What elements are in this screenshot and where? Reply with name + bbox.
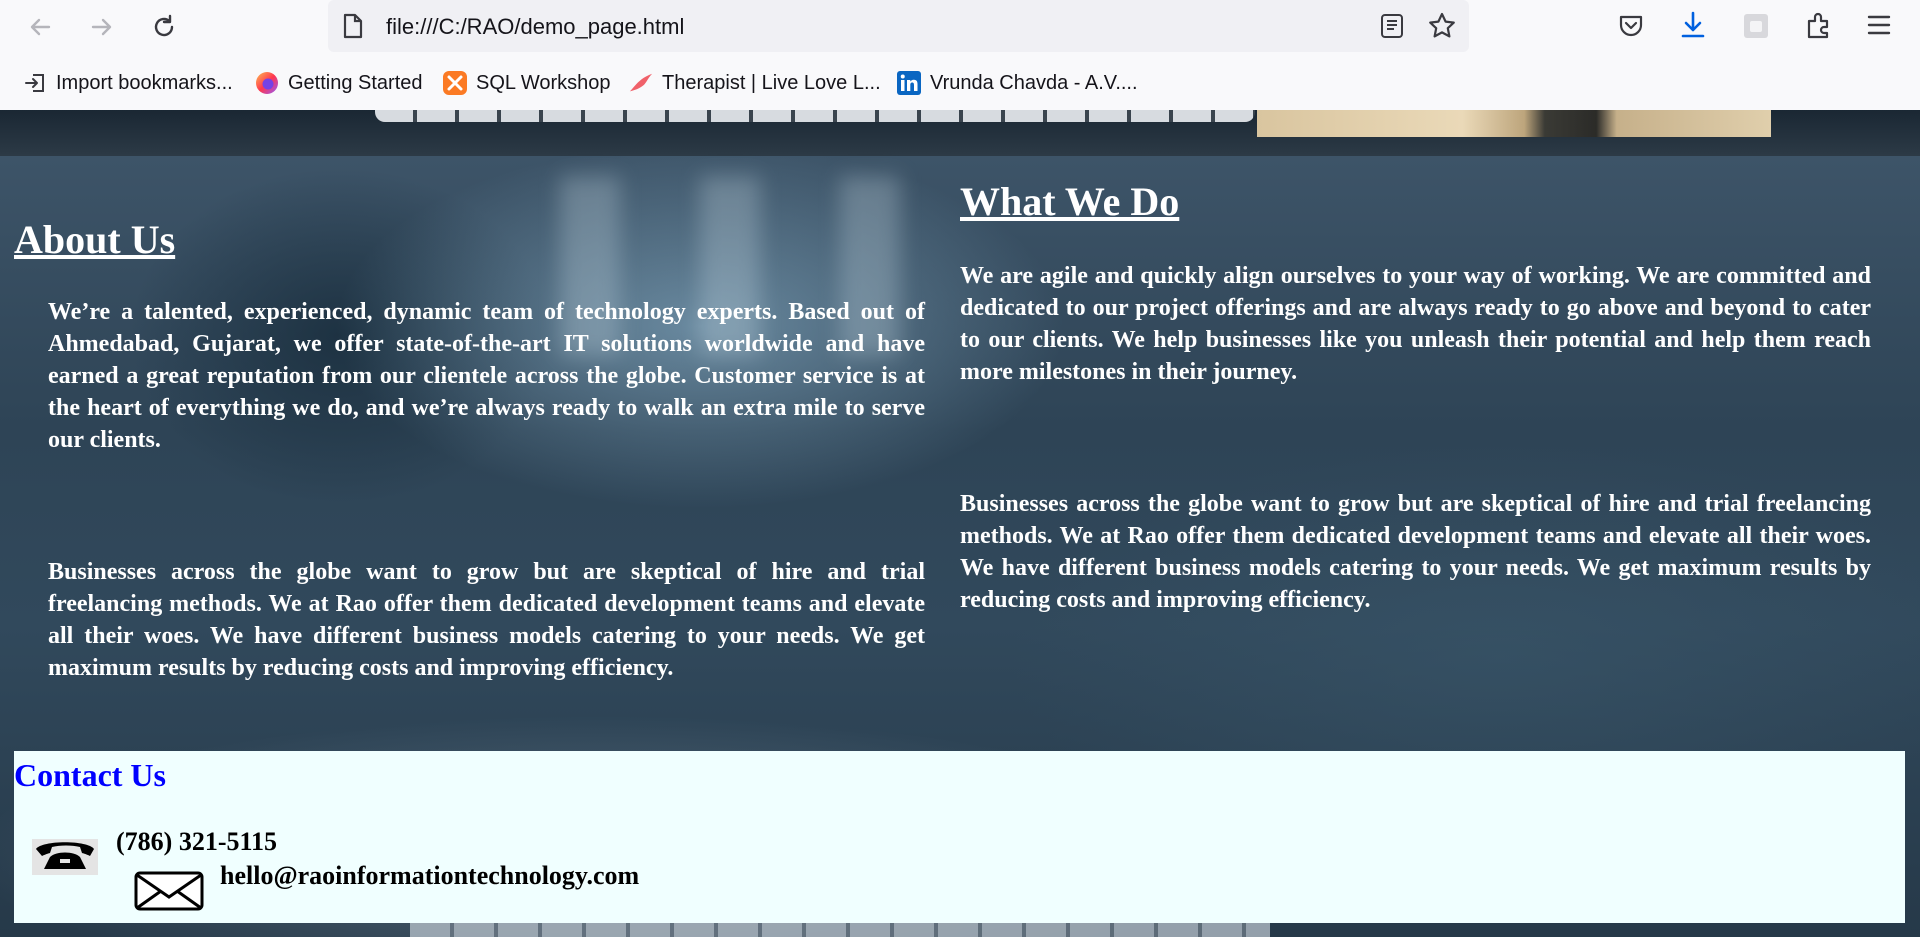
what-we-do-paragraph-2: Businesses across the globe want to grow… [960, 491, 1871, 613]
linkedin-icon [896, 70, 922, 96]
phone-number[interactable]: (786) 321-5115 [116, 827, 277, 857]
bookmark-label: SQL Workshop [476, 71, 611, 94]
bookmark-label: Vrunda Chavda - A.V.... [930, 71, 1138, 94]
about-paragraph-1: We’re a talented, experienced, dynamic t… [48, 299, 925, 453]
email-address[interactable]: hello@raoinformationtechnology.com [220, 861, 639, 891]
bookmark-getting-started[interactable]: Getting Started [254, 68, 423, 98]
bookmark-import[interactable]: Import bookmarks... [22, 68, 233, 98]
xampp-icon [442, 70, 468, 96]
extensions-puzzle-icon[interactable] [1804, 10, 1834, 40]
reader-view-icon[interactable] [1380, 13, 1404, 39]
bookmark-linkedin[interactable]: Vrunda Chavda - A.V.... [896, 68, 1138, 98]
bookmark-label: Import bookmarks... [56, 71, 233, 94]
what-we-do-heading: What We Do [960, 179, 1180, 224]
pocket-icon[interactable] [1617, 12, 1645, 40]
reload-button[interactable] [147, 10, 181, 44]
page-viewport: About Us We’re a talented, experienced, … [0, 110, 1920, 937]
hero-image-bottom [0, 110, 1920, 156]
import-icon [22, 70, 48, 96]
contact-section: Contact Us (786) 321-5115 hello@raoinfor… [14, 751, 1905, 923]
bookmark-star-icon[interactable] [1427, 11, 1457, 41]
back-arrow-icon [30, 18, 51, 36]
page-icon [343, 13, 363, 39]
back-button[interactable] [24, 10, 58, 44]
address-bar[interactable]: file:///C:/RAO/demo_page.html [328, 0, 1469, 52]
bookmark-sql-workshop[interactable]: SQL Workshop [442, 68, 611, 98]
keyboard-image-edge [375, 110, 1255, 122]
url-text[interactable]: file:///C:/RAO/demo_page.html [386, 14, 684, 40]
menu-hamburger-icon[interactable] [1866, 12, 1892, 38]
hero-photo-edge [1257, 110, 1771, 137]
browser-toolbar: file:///C:/RAO/demo_page.html [0, 0, 1920, 54]
bookmark-therapist[interactable]: Therapist | Live Love L... [628, 68, 881, 98]
contact-heading: Contact Us [14, 757, 166, 793]
firefox-icon [254, 70, 280, 96]
bookmarks-toolbar: Import bookmarks... Getting Started SQL … [0, 54, 1920, 110]
about-paragraph-2: Businesses across the globe want to grow… [48, 559, 925, 681]
bookmark-label: Getting Started [288, 71, 423, 94]
what-we-do-paragraph-1: We are agile and quickly align ourselves… [960, 263, 1871, 385]
phone-icon [32, 839, 98, 875]
forward-button[interactable] [84, 10, 118, 44]
downloads-icon[interactable] [1679, 10, 1707, 40]
about-heading: About Us [14, 217, 176, 262]
forward-arrow-icon [91, 18, 112, 36]
mail-icon [134, 871, 204, 911]
bookmark-label: Therapist | Live Love L... [662, 71, 881, 94]
container-extension-icon[interactable] [1742, 12, 1770, 40]
reload-icon [154, 14, 174, 37]
bird-icon [628, 70, 654, 96]
